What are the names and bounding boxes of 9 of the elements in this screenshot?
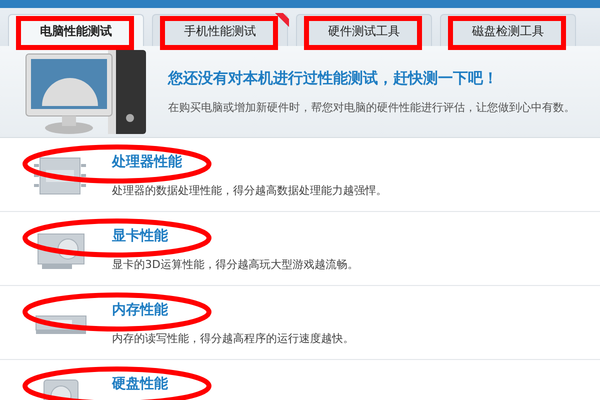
subtitle: 在购买电脑或增加新硬件时，帮您对电脑的硬件性能进行评估，让您做到心中有数。 [168,100,575,116]
feature-title[interactable]: 硬盘性能 [112,374,168,395]
feature-description: 内存的读写性能，得分越高程序的运行速度越快。 [112,331,354,347]
feature-description: 显卡的3D运算性能，得分越高玩大型游戏越流畅。 [112,257,358,273]
headline: 您还没有对本机进行过性能测试，赶快测一下吧！ [168,68,499,89]
feature-description: 处理器的数据处理性能，得分越高数据处理能力越强悍。 [112,183,387,199]
feature-title[interactable]: 显卡性能 [112,226,358,247]
feature-title[interactable]: 处理器性能 [112,152,387,173]
feature-title[interactable]: 内存性能 [112,300,354,321]
